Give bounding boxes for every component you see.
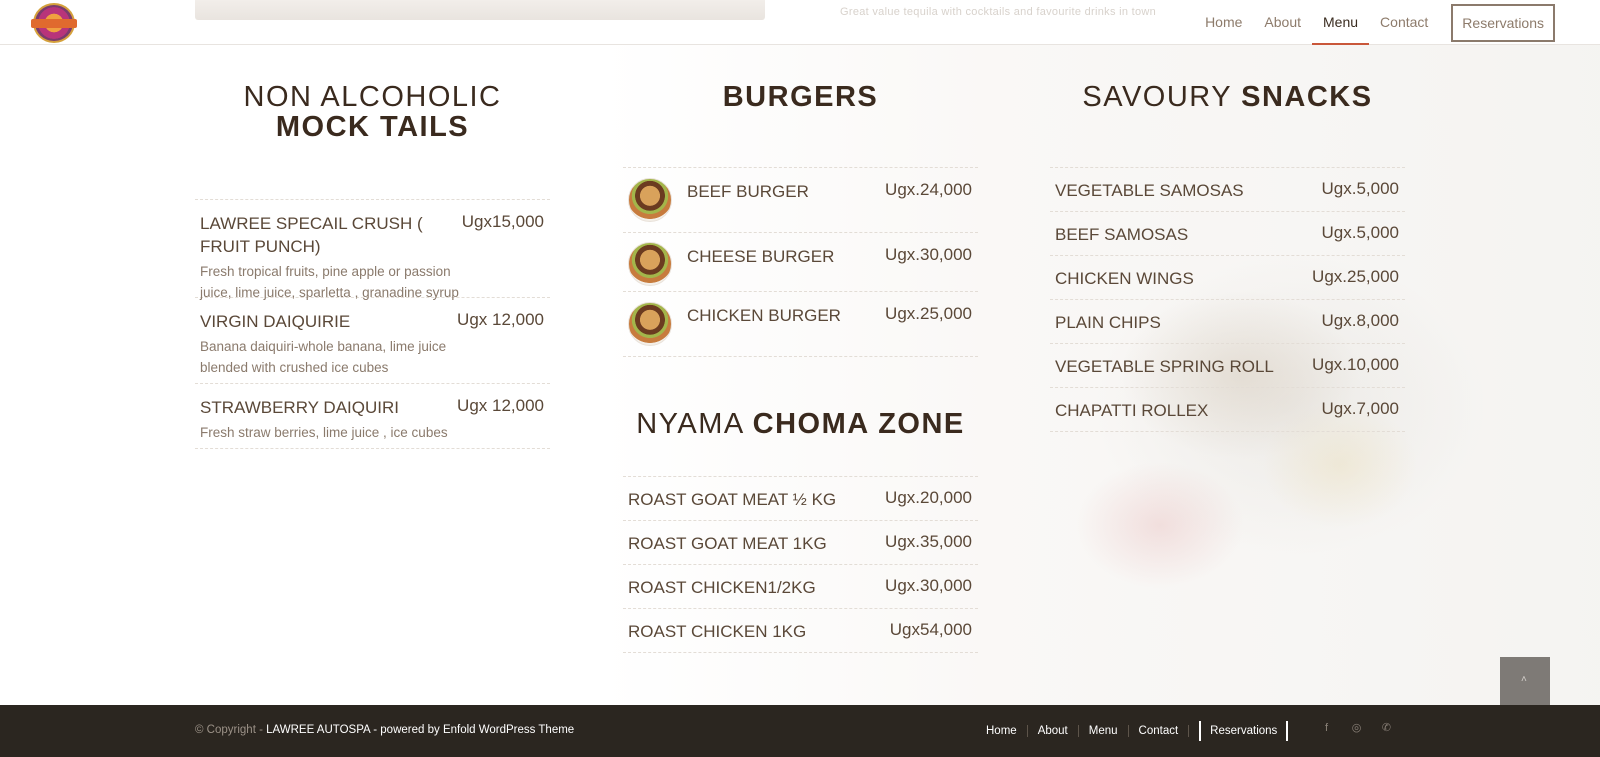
menu-item: VEGETABLE SPRING ROLL Ugx.10,000 <box>1050 344 1405 388</box>
menu-item: VIRGIN DAIQUIRIE Ugx 12,000 Banana daiqu… <box>195 298 550 384</box>
choma-title-light: NYAMA <box>636 408 744 440</box>
mocktails-title-bold: MOCK TAILS <box>275 111 470 143</box>
item-price: Ugx 12,000 <box>457 310 544 329</box>
menu-item: BEEF BURGER Ugx.24,000 <box>623 168 978 233</box>
item-price: Ugx54,000 <box>889 620 972 639</box>
nav-home[interactable]: Home <box>1194 0 1253 45</box>
choma-title: NYAMA CHOMA ZONE <box>623 409 978 476</box>
item-price: Ugx.20,000 <box>885 488 972 507</box>
chevron-up-icon: ˄ <box>1521 674 1527 685</box>
chicken-burger-thumbnail[interactable] <box>628 302 672 346</box>
item-price: Ugx.5,000 <box>1321 179 1400 198</box>
social-links: f ◎ ✆ <box>1320 722 1393 735</box>
item-price: Ugx 12,000 <box>457 396 544 415</box>
item-price: Ugx.35,000 <box>885 532 972 551</box>
menu-item: ROAST GOAT MEAT ½ KG Ugx.20,000 <box>623 477 978 521</box>
whatsapp-icon[interactable]: ✆ <box>1380 722 1393 735</box>
item-price: Ugx.10,000 <box>1312 355 1399 374</box>
footer-nav-contact[interactable]: Contact <box>1129 725 1190 737</box>
menu-item: PLAIN CHIPS Ugx.8,000 <box>1050 300 1405 344</box>
footer-nav-menu[interactable]: Menu <box>1079 725 1129 737</box>
item-description: Fresh tropical fruits, pine apple or pas… <box>200 264 459 300</box>
site-logo[interactable] <box>31 3 77 43</box>
footer-nav: Home About Menu Contact Reservations <box>976 719 1289 743</box>
menu-item: LAWREE SPECAIL CRUSH ( FRUIT PUNCH) Ugx1… <box>195 200 550 300</box>
nav-menu[interactable]: Menu <box>1312 0 1370 45</box>
reservations-button[interactable]: Reservations <box>1451 3 1555 42</box>
menu-item: CHEESE BURGER Ugx.30,000 <box>623 233 978 292</box>
burgers-section: BURGERS BEEF BURGER Ugx.24,000 CHEESE BU… <box>623 82 978 653</box>
footer-reservations-button[interactable]: Reservations <box>1199 721 1289 741</box>
item-description: Fresh straw berries, lime juice , ice cu… <box>200 425 448 440</box>
item-description: Banana daiquiri-whole banana, lime juice… <box>200 339 447 375</box>
burgers-list: BEEF BURGER Ugx.24,000 CHEESE BURGER Ugx… <box>623 167 978 357</box>
item-price: Ugx.25,000 <box>1312 267 1399 286</box>
snacks-section: SAVOURY SNACKS VEGETABLE SAMOSAS Ugx.5,0… <box>1050 82 1405 432</box>
nav-contact[interactable]: Contact <box>1369 0 1439 45</box>
mocktails-title: NON ALCOHOLIC MOCK TAILS <box>195 82 550 199</box>
snacks-title-bold: SNACKS <box>1241 81 1373 113</box>
copyright-brand-link[interactable]: LAWREE AUTOSPA - powered by Enfold WordP… <box>266 724 574 736</box>
menu-item: ROAST CHICKEN 1KG Ugx54,000 <box>623 609 978 653</box>
item-price: Ugx.24,000 <box>885 180 972 199</box>
copyright-prefix: © Copyright - <box>195 724 267 736</box>
item-price: Ugx.5,000 <box>1321 223 1400 242</box>
instagram-icon[interactable]: ◎ <box>1350 722 1363 735</box>
item-price: Ugx.30,000 <box>885 576 972 595</box>
mocktails-list: LAWREE SPECAIL CRUSH ( FRUIT PUNCH) Ugx1… <box>195 199 550 449</box>
nav-about[interactable]: About <box>1253 0 1312 45</box>
top-image-strip <box>195 0 765 20</box>
item-price: Ugx15,000 <box>461 212 544 231</box>
facebook-icon[interactable]: f <box>1320 722 1333 735</box>
scroll-to-top-button[interactable]: ˄ <box>1500 657 1550 705</box>
burgers-title-bold: BURGERS <box>722 81 879 113</box>
cheese-burger-thumbnail[interactable] <box>628 242 672 286</box>
menu-item: BEEF SAMOSAS Ugx.5,000 <box>1050 212 1405 256</box>
item-price: Ugx.7,000 <box>1321 399 1400 418</box>
choma-list: ROAST GOAT MEAT ½ KG Ugx.20,000 ROAST GO… <box>623 476 978 653</box>
snacks-list: VEGETABLE SAMOSAS Ugx.5,000 BEEF SAMOSAS… <box>1050 167 1405 432</box>
choma-title-bold: CHOMA ZONE <box>752 408 965 440</box>
site-footer: © Copyright - LAWREE AUTOSPA - powered b… <box>0 705 1600 757</box>
site-header: Great value tequila with cocktails and f… <box>0 0 1600 45</box>
footer-nav-about[interactable]: About <box>1028 725 1079 737</box>
snacks-title-light: SAVOURY <box>1082 81 1232 113</box>
copyright-text: © Copyright - LAWREE AUTOSPA - powered b… <box>195 724 574 736</box>
mocktails-section: NON ALCOHOLIC MOCK TAILS LAWREE SPECAIL … <box>195 82 550 449</box>
menu-item: VEGETABLE SAMOSAS Ugx.5,000 <box>1050 168 1405 212</box>
menu-item: ROAST CHICKEN1/2KG Ugx.30,000 <box>623 565 978 609</box>
snacks-title: SAVOURY SNACKS <box>1050 82 1405 167</box>
menu-item: CHAPATTI ROLLEX Ugx.7,000 <box>1050 388 1405 432</box>
mocktails-title-light: NON ALCOHOLIC <box>243 81 502 113</box>
beef-burger-thumbnail[interactable] <box>628 178 672 222</box>
menu-item: ROAST GOAT MEAT 1KG Ugx.35,000 <box>623 521 978 565</box>
item-price: Ugx.8,000 <box>1321 311 1400 330</box>
item-price: Ugx.30,000 <box>885 245 972 264</box>
item-name: LAWREE SPECAIL CRUSH ( FRUIT PUNCH) <box>200 214 423 256</box>
menu-item: CHICKEN BURGER Ugx.25,000 <box>623 292 978 357</box>
footer-nav-home[interactable]: Home <box>976 725 1028 737</box>
menu-item: CHICKEN WINGS Ugx.25,000 <box>1050 256 1405 300</box>
top-faint-text: Great value tequila with cocktails and f… <box>840 6 1157 18</box>
menu-item: STRAWBERRY DAIQUIRI Ugx 12,000 Fresh str… <box>195 384 550 449</box>
main-nav: Home About Menu Contact Reservations <box>1194 0 1600 45</box>
burgers-title: BURGERS <box>623 82 978 167</box>
item-price: Ugx.25,000 <box>885 304 972 323</box>
